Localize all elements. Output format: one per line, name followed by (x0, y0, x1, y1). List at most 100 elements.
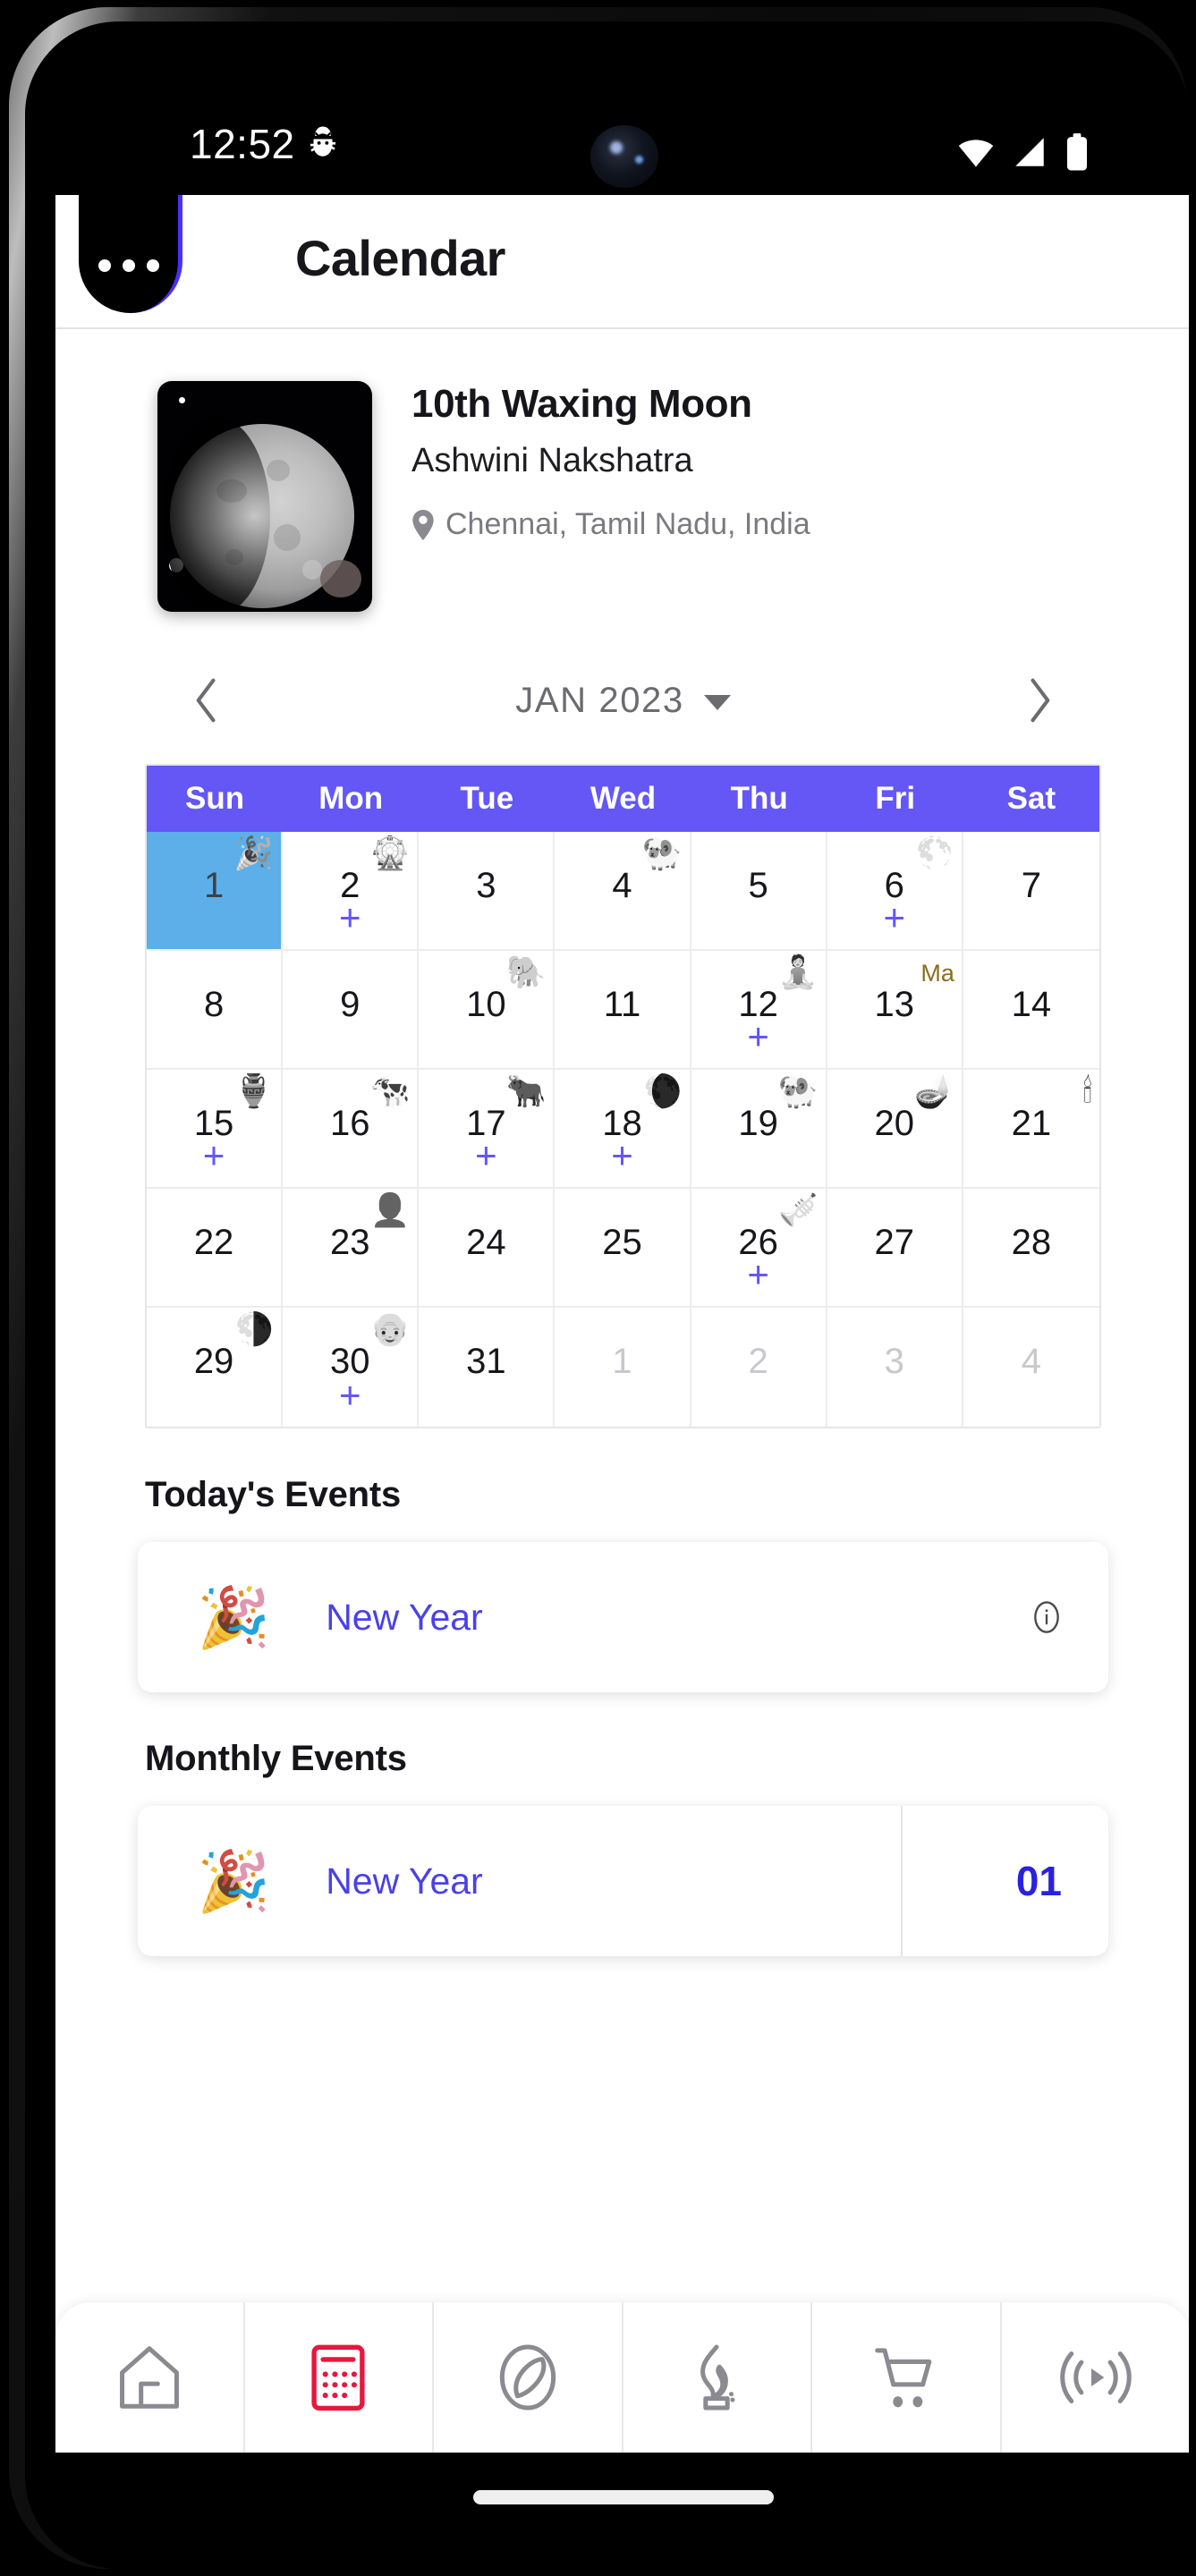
info-icon[interactable] (1030, 1600, 1064, 1634)
calendar-day-cell[interactable]: 19 🐏 (691, 1070, 827, 1189)
day-event-icon: 🎺 (777, 1191, 819, 1228)
calendar-week-row: 8 9 10 🐘 11 12 🧘 +13 Ma 14 (147, 951, 1099, 1070)
calendar-day-cell[interactable]: 1 (555, 1308, 691, 1427)
day-number: 16 (329, 1104, 370, 1143)
moon-terminator-shadow (163, 417, 270, 612)
day-number: 24 (466, 1223, 506, 1262)
lamp-flame-icon (700, 2344, 735, 2411)
page-title: Calendar (295, 230, 505, 286)
day-event-icon: 🐏 (777, 1072, 819, 1109)
day-number: 8 (203, 985, 225, 1024)
calendar-day-cell[interactable]: 6 🌕 + (827, 832, 963, 951)
calendar-day-cell[interactable]: 3 (419, 832, 556, 951)
calendar-day-cell[interactable]: 10 🐘 (419, 951, 556, 1070)
add-event-icon[interactable]: + (283, 899, 417, 936)
calendar-day-cell[interactable]: 24 (419, 1189, 556, 1308)
calendar-day-cell[interactable]: 27 (827, 1189, 963, 1308)
prev-month-button[interactable] (179, 673, 234, 728)
nav-item-leaf[interactable] (434, 2302, 623, 2453)
calendar-week-row: 22 23 👤 24 25 26 🎺 +27 28 (147, 1189, 1099, 1308)
moon-info: 10th Waxing Moon Ashwini Nakshatra Chenn… (411, 382, 1038, 542)
phone-screen: 12:52 Calendar 10th Waxing Moon Ashwini … (55, 52, 1189, 2567)
add-event-icon[interactable]: + (283, 1377, 417, 1414)
calendar-day-cell[interactable]: 30 👴 + (283, 1308, 420, 1427)
calendar-day-cell[interactable]: 11 (555, 951, 691, 1070)
nav-item-home[interactable] (55, 2302, 245, 2453)
calendar-day-cell[interactable]: 26 🎺 + (691, 1189, 827, 1308)
gesture-home-bar[interactable] (472, 2490, 774, 2504)
camera-glint (610, 141, 623, 154)
calendar-day-cell[interactable]: 15 🏺 + (147, 1070, 284, 1189)
add-event-icon[interactable]: + (827, 899, 962, 936)
day-number: 14 (1011, 985, 1052, 1024)
calendar-day-cell[interactable]: 29 🌗 (147, 1308, 284, 1427)
month-selector[interactable]: JAN 2023 (515, 680, 731, 721)
day-event-icon: 🎡 (369, 835, 411, 871)
calendar-icon (311, 2344, 365, 2411)
add-event-icon[interactable]: + (419, 1137, 553, 1174)
calendar-day-cell[interactable]: 3 (827, 1308, 963, 1427)
add-event-icon[interactable]: + (691, 1256, 826, 1293)
calendar-day-cell[interactable]: 8 (147, 951, 284, 1070)
add-event-icon[interactable]: + (555, 1137, 689, 1174)
day-event-icon: 🏺 (233, 1072, 275, 1109)
scroll-content[interactable]: 10th Waxing Moon Ashwini Nakshatra Chenn… (55, 329, 1189, 2351)
nav-item-cart[interactable] (812, 2302, 1002, 2453)
weekday-header-sun: Sun (185, 781, 245, 816)
nav-item-lamp[interactable] (623, 2302, 812, 2453)
calendar-day-cell[interactable]: 4 🐏 (555, 832, 691, 951)
nav-item-calendar[interactable] (245, 2302, 434, 2453)
add-event-icon[interactable]: + (691, 1018, 826, 1055)
calendar-week-row: 1 🎉 2 🎡 +3 4 🐏 5 6 🌕 +7 (147, 832, 1099, 951)
calendar-day-cell[interactable]: 17 🐂 + (419, 1070, 556, 1189)
location-row: Chennai, Tamil Nadu, India (411, 507, 1038, 542)
nav-item-broadcast[interactable] (1002, 2302, 1190, 2453)
leaf-icon (499, 2344, 556, 2411)
todays-event-item[interactable]: 🎉 New Year (138, 1542, 1108, 1692)
battery-icon (1067, 133, 1087, 171)
month-label: JAN 2023 (515, 680, 684, 720)
phone-frame: 12:52 Calendar 10th Waxing Moon Ashwini … (9, 7, 1189, 2569)
calendar-day-cell[interactable]: 13 Ma (827, 951, 963, 1070)
calendar-day-cell[interactable]: 18 🌘 + (555, 1070, 691, 1189)
add-event-icon[interactable]: + (147, 1137, 281, 1174)
calendar-grid[interactable]: Sun Mon Tue Wed Thu Fri Sat 1 🎉 2 🎡 +3 4 🐏 5 6 🌕 +7 8 9 10 🐘… (145, 764, 1101, 1428)
event-name: New Year (326, 1860, 483, 1902)
day-event-icon: 👤 (369, 1191, 411, 1228)
calendar-day-cell[interactable]: 4 (963, 1308, 1099, 1427)
bug-icon (310, 126, 335, 157)
menu-dot (146, 259, 159, 272)
calendar-day-cell[interactable]: 23 👤 (283, 1189, 420, 1308)
calendar-day-cell[interactable]: 1 🎉 (147, 832, 284, 951)
crater (267, 460, 290, 481)
calendar-day-cell[interactable]: 16 🐄 (283, 1070, 420, 1189)
calendar-day-cell[interactable]: 12 🧘 + (691, 951, 827, 1070)
day-number: 19 (738, 1104, 778, 1143)
calendar-day-cell[interactable]: 25 (555, 1189, 691, 1308)
next-month-button[interactable] (1012, 673, 1067, 728)
calendar-day-cell[interactable]: 2 (691, 1308, 827, 1427)
calendar-day-cell[interactable]: 2 🎡 + (283, 832, 420, 951)
day-event-icon: 🌕 (914, 835, 954, 871)
calendar-day-cell[interactable]: 7 (963, 832, 1099, 951)
day-number: 1 (612, 1342, 632, 1381)
calendar-day-cell[interactable]: 31 (419, 1308, 556, 1427)
calendar-day-cell[interactable]: 28 (963, 1189, 1099, 1308)
calendar-day-cell[interactable]: 22 (147, 1189, 284, 1308)
calendar-day-cell[interactable]: 9 (283, 951, 420, 1070)
day-event-label: Ma (920, 960, 954, 987)
monthly-event-item[interactable]: 🎉 New Year 01 (138, 1806, 1108, 1956)
calendar-day-cell[interactable]: 14 (963, 951, 1099, 1070)
day-event-icon: 🧘 (777, 953, 819, 990)
menu-dot (122, 259, 135, 272)
map-pin-icon (412, 509, 434, 540)
day-number: 4 (612, 866, 632, 905)
calendar-day-cell[interactable]: 21 🕯 (963, 1070, 1099, 1189)
calendar-day-cell[interactable]: 20 🪔 (827, 1070, 963, 1189)
chevron-left-icon (196, 678, 216, 723)
day-event-icon: 🐄 (369, 1072, 411, 1109)
day-number: 5 (748, 866, 768, 905)
calendar-day-cell[interactable]: 5 (691, 832, 827, 951)
day-event-icon: 🐘 (505, 953, 547, 990)
moon-glow-accent (320, 560, 361, 597)
